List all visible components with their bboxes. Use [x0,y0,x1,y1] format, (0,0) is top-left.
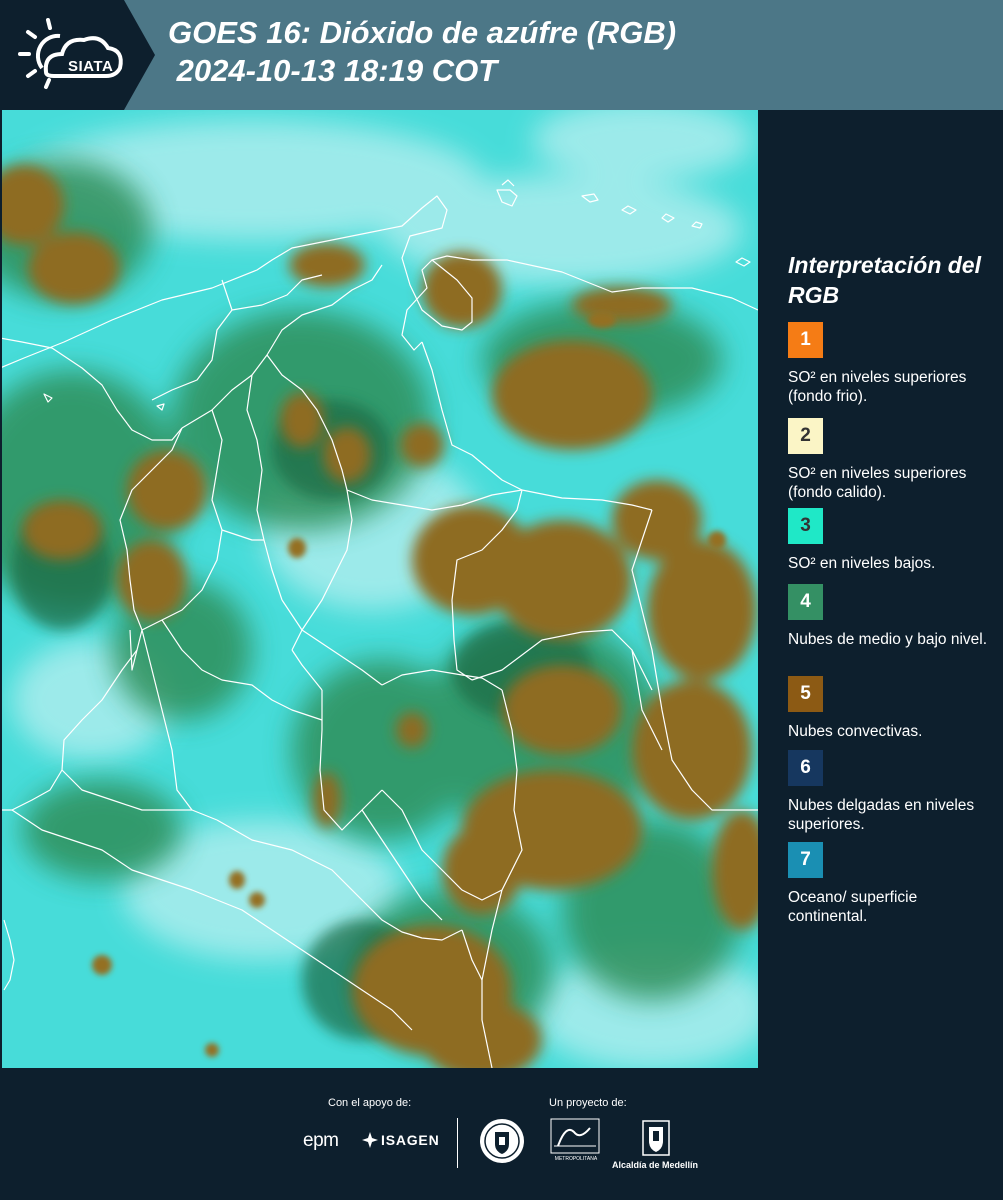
support-label: Con el apoyo de: [328,1097,412,1109]
legend-item-5: 5 Nubes convectivas. [788,676,993,741]
legend-swatch-5: 5 [788,676,823,712]
legend-swatch-1: 1 [788,322,823,358]
legend-number-1: 1 [800,329,811,350]
legend-item-7: 7 Oceano/ superficie continental. [788,842,993,926]
medellin-seal-icon [480,1119,524,1163]
legend-item-4: 4 Nubes de medio y bajo nivel. [788,584,993,649]
satellite-map[interactable] [2,110,758,1068]
legend-description-5: Nubes convectivas. [788,723,923,740]
legend-item-1: 1 SO² en niveles superiores (fondo frio)… [788,322,993,406]
isagen-star-icon [362,1132,378,1148]
legend-number-4: 4 [800,591,811,612]
header-bar: SIATA GOES 16: Dióxido de azúfre (RGB) 2… [0,0,1003,110]
legend-number-3: 3 [800,515,811,536]
legend-description-7: Oceano/ superficie continental. [788,889,918,925]
footer-bar: Con el apoyo de: Un proyecto de: epm ISA… [0,1068,1003,1200]
legend-item-2: 2 SO² en niveles superiores (fondo calid… [788,418,993,502]
legend-panel: Interpretación del RGB 1 SO² en niveles … [760,110,1003,1068]
page-title: GOES 16: Dióxido de azúfre (RGB) 2024-10… [168,15,677,88]
legend-description-3: SO² en niveles bajos. [788,555,936,572]
siata-logo: SIATA [16,14,128,94]
legend-description-4: Nubes de medio y bajo nivel. [788,631,988,648]
legend-swatch-2: 2 [788,418,823,454]
legend-number-7: 7 [800,849,811,870]
footer-divider [457,1118,458,1168]
legend-swatch-4: 4 [788,584,823,620]
project-label: Un proyecto de: [549,1097,627,1109]
logo-text: SIATA [68,58,114,75]
legend-number-2: 2 [800,425,811,446]
legend-item-6: 6 Nubes delgadas en niveles superiores. [788,750,993,834]
alcaldia-crest-icon [642,1120,670,1156]
alcaldia-label: Alcaldía de Medellín [612,1160,699,1170]
legend-number-5: 5 [800,683,811,704]
isagen-logo: ISAGEN [362,1132,439,1148]
legend-description-1: SO² en niveles superiores (fondo frio). [788,369,967,405]
legend-title: Interpretación del RGB [788,252,981,308]
legend-swatch-3: 3 [788,508,823,544]
epm-logo: epm [303,1130,339,1151]
legend-number-6: 6 [800,757,811,778]
legend-swatch-7: 7 [788,842,823,878]
satellite-image [2,110,758,1068]
legend-item-3: 3 SO² en niveles bajos. [788,508,993,573]
legend-description-2: SO² en niveles superiores (fondo calido)… [788,465,967,501]
legend-swatch-6: 6 [788,750,823,786]
isagen-text: ISAGEN [381,1132,440,1148]
legend-description-6: Nubes delgadas en niveles superiores. [788,797,975,833]
metro-name: METROPOLITANA [554,1156,598,1162]
sun-cloud-icon [18,18,123,89]
area-metropolitana-logo [550,1118,600,1154]
